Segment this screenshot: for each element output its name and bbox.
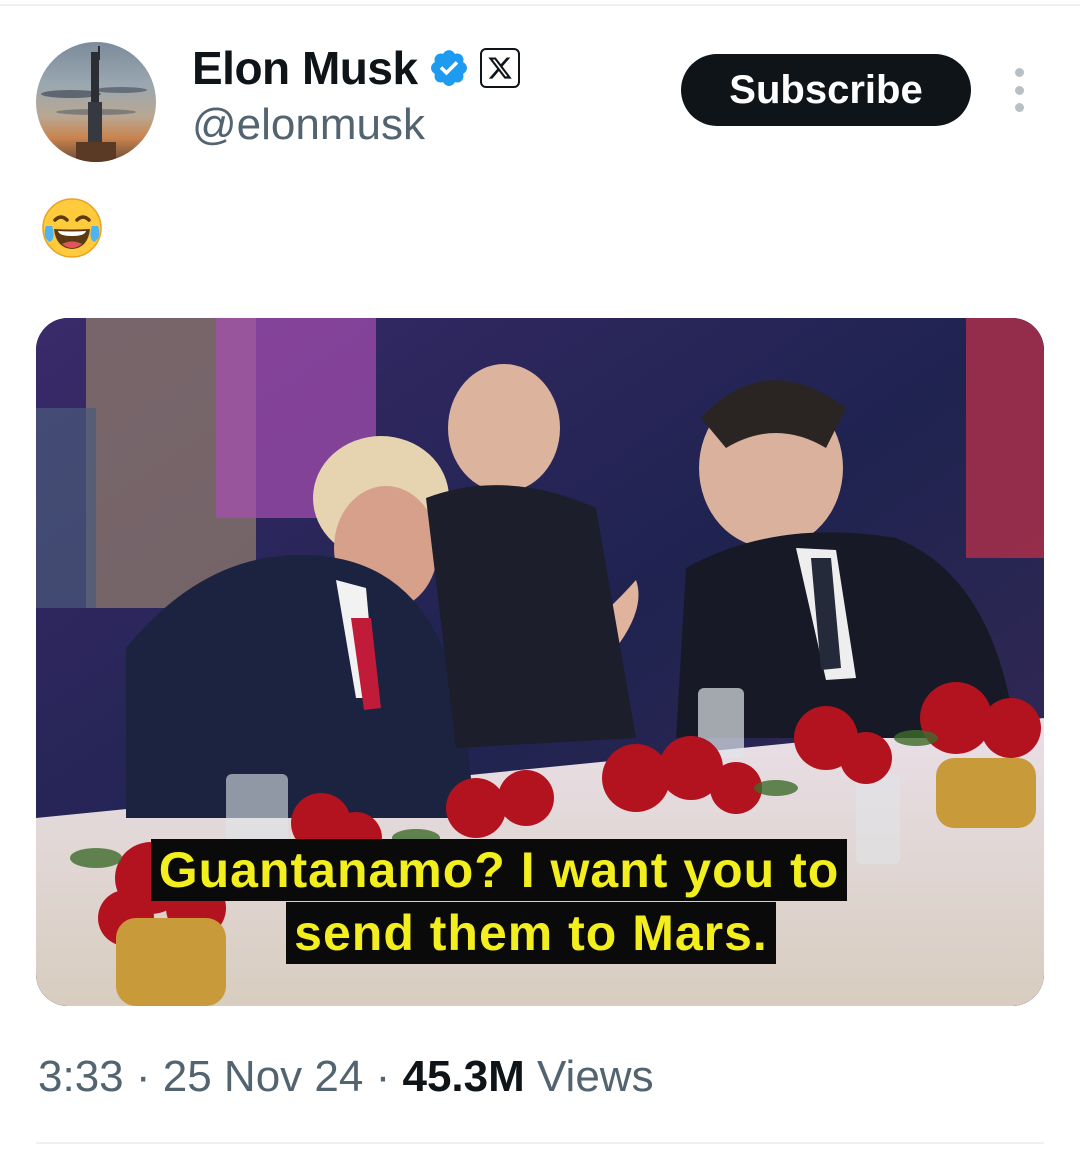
caption-line-2: send them to Mars. [36,902,1035,964]
meta-separator: · [375,1052,391,1101]
meta-separator: · [135,1052,151,1101]
starship-avatar-image [41,46,147,162]
avatar[interactable] [36,42,156,162]
tweet-media-image[interactable]: Guantanamo? I want you to send them to M… [36,318,1044,1006]
more-dot [1014,103,1024,112]
verified-badge-icon[interactable] [428,47,470,89]
more-vertical-icon[interactable] [1006,68,1032,112]
tweet-time[interactable]: 3:33 [38,1052,124,1101]
views-count: 45.3M [402,1052,525,1101]
laughing-tears-emoji [42,198,102,258]
more-dot [1014,68,1024,77]
author-name-row: Elon Musk [192,40,520,96]
subscribe-button[interactable]: Subscribe [681,54,971,126]
tweet-date[interactable]: 25 Nov 24 [163,1052,364,1101]
caption-line-1: Guantanamo? I want you to [36,839,1003,901]
views-label: Views [537,1052,654,1101]
tweet-meta: 3:33 · 25 Nov 24 · 45.3M Views [38,1052,654,1102]
x-logo-icon[interactable] [479,48,520,88]
top-divider [0,4,1080,6]
display-name[interactable]: Elon Musk [192,41,418,95]
bottom-divider [36,1142,1044,1144]
more-dot [1014,85,1024,95]
author-handle[interactable]: @elonmusk [192,100,425,150]
